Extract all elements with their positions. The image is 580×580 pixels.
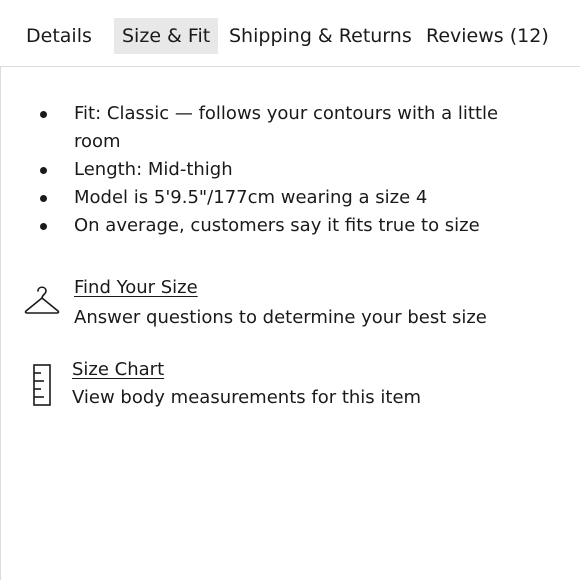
fit-detail-text: Model is 5'9.5"/177cm wearing a size 4	[74, 187, 428, 208]
ruler-icon	[32, 364, 52, 410]
list-item: On average, customers say it fits true t…	[0, 212, 580, 240]
tab-reviews[interactable]: Reviews (12)	[426, 18, 549, 54]
size-chart-description: View body measurements for this item	[72, 387, 422, 408]
list-item: Model is 5'9.5"/177cm wearing a size 4	[0, 184, 580, 212]
bullet-dot	[40, 167, 47, 174]
size-chart-link[interactable]: Size Chart	[72, 358, 164, 382]
bullet-dot	[40, 223, 47, 230]
tab-shipping-returns[interactable]: Shipping & Returns	[229, 18, 412, 54]
bullet-dot	[40, 111, 47, 118]
tab-size-fit[interactable]: Size & Fit	[114, 18, 219, 54]
find-your-size-description: Answer questions to determine your best …	[74, 307, 487, 328]
tab-details[interactable]: Details	[26, 18, 92, 54]
fit-detail-text: Fit: Classic — follows your contours wit…	[74, 103, 499, 152]
list-item: Fit: Classic — follows your contours wit…	[0, 100, 580, 156]
find-your-size-link[interactable]: Find Your Size	[74, 276, 198, 300]
hanger-icon	[24, 282, 60, 320]
bullet-dot	[40, 195, 47, 202]
fit-detail-text: Length: Mid-thigh	[74, 159, 233, 180]
fit-details-list: Fit: Classic — follows your contours wit…	[0, 100, 580, 240]
size-fit-panel: Details Size & Fit Shipping & Returns Re…	[0, 0, 580, 580]
product-info-tabs: Details Size & Fit Shipping & Returns Re…	[0, 0, 580, 67]
list-item: Length: Mid-thigh	[0, 156, 580, 184]
fit-detail-text: On average, customers say it fits true t…	[74, 215, 480, 236]
